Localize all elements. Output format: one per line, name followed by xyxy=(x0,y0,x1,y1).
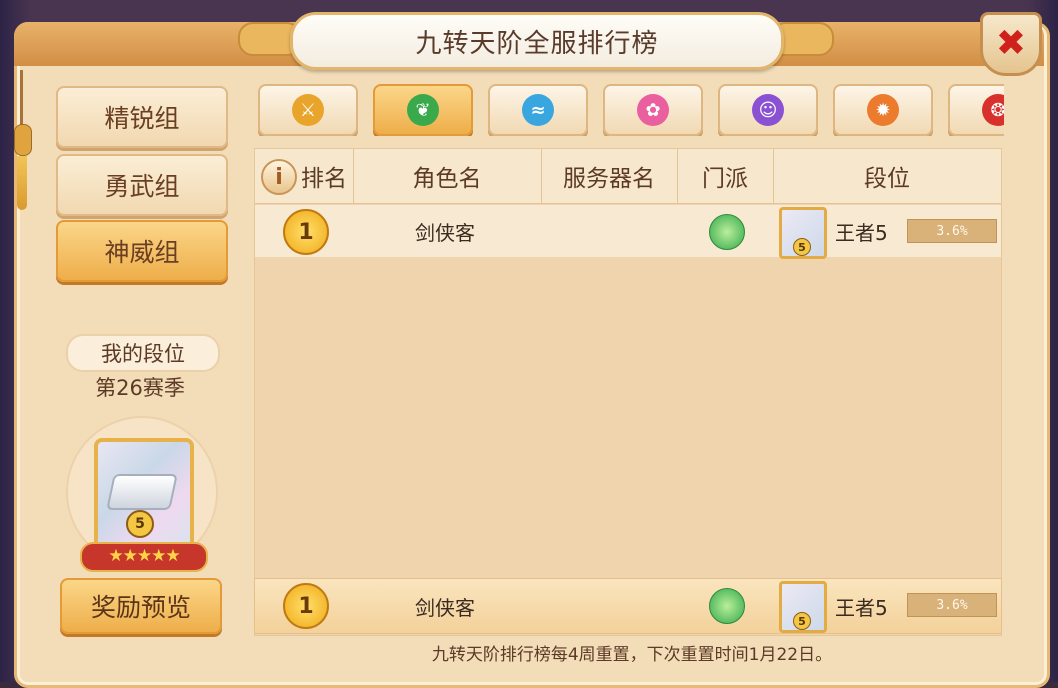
group-button-jingrui[interactable]: 精锐组 xyxy=(56,86,228,148)
reward-preview-label: 奖励预览 xyxy=(90,593,191,622)
title-banner: 九转天阶全服排行榜 xyxy=(290,12,784,70)
header-server-name: 服务器名 xyxy=(541,149,678,203)
badge-stars: ★★★★★ xyxy=(80,542,208,572)
tassel-ornament xyxy=(12,70,32,210)
tab-demon-sect[interactable]: ❂ xyxy=(948,84,1004,136)
tier-name: 王者5 xyxy=(835,595,888,620)
tab-ghost-sect[interactable]: ☺ xyxy=(718,84,818,136)
header-tier: 段位 xyxy=(864,166,910,192)
role-name: 剑侠客 xyxy=(415,595,475,620)
close-icon: ✖ xyxy=(995,23,1027,64)
sect-tabs: ⚔ ❦ ≈ ✿ ☺ ✹ ❂ xyxy=(252,84,1004,136)
my-ranking-row: 1 剑侠客 5 王者5 3.6% xyxy=(254,578,1002,634)
my-rank-label: 我的段位 xyxy=(66,334,220,372)
tier-level: 5 xyxy=(793,612,811,630)
ghost-sect-icon: ☺ xyxy=(752,94,784,126)
reward-preview-button[interactable]: 奖励预览 xyxy=(60,578,222,634)
leaf-sect-icon: ❦ xyxy=(407,94,439,126)
flame-sect-icon: ✹ xyxy=(867,94,899,126)
tier-progress: 3.6% xyxy=(907,219,997,243)
reset-notice: 九转天阶排行榜每4周重置，下次重置时间1月22日。 xyxy=(431,645,833,665)
tier-name: 王者5 xyxy=(835,220,888,245)
header-rank: 排名 xyxy=(295,149,354,203)
rank-medal-icon: 1 xyxy=(283,583,329,629)
my-rank-badge: 5 ★★★★★ xyxy=(66,416,218,572)
tier-progress: 3.6% xyxy=(907,593,997,617)
header-sect: 门派 xyxy=(677,149,774,203)
sword-sect-icon: ⚔ xyxy=(292,94,324,126)
leaf-sect-icon xyxy=(709,214,745,250)
role-name: 剑侠客 xyxy=(415,220,475,245)
season-label: 第26赛季 xyxy=(95,376,185,400)
rank-medal-icon: 1 xyxy=(283,209,329,255)
tab-flame-sect[interactable]: ✹ xyxy=(833,84,933,136)
demon-sect-icon: ❂ xyxy=(982,94,1004,126)
close-button[interactable]: ✖ xyxy=(980,12,1042,76)
table-row[interactable]: 1 剑侠客 5 王者5 3.6% xyxy=(255,205,1001,259)
lotus-sect-icon: ✿ xyxy=(637,94,669,126)
tab-leaf-sect[interactable]: ❦ xyxy=(373,84,473,136)
tab-sword-sect[interactable]: ⚔ xyxy=(258,84,358,136)
group-label: 精锐组 xyxy=(104,104,180,133)
tab-lotus-sect[interactable]: ✿ xyxy=(603,84,703,136)
header-role-name: 角色名 xyxy=(353,149,542,203)
group-panel: 精锐组 勇武组 神威组 我的段位 第26赛季 5 ★★★★★ 奖励预览 xyxy=(40,70,240,670)
tier-ingot-icon: 5 xyxy=(779,581,827,633)
tier-level: 5 xyxy=(793,238,811,256)
info-icon[interactable]: i xyxy=(261,159,297,195)
water-sect-icon: ≈ xyxy=(522,94,554,126)
group-button-yongwu[interactable]: 勇武组 xyxy=(56,154,228,216)
leaderboard-table: i 排名 角色名 服务器名 门派 段位 1 剑侠客 5 王者5 3.6% xyxy=(254,148,1002,636)
badge-level: 5 xyxy=(126,510,154,538)
leaderboard-panel: ⚔ ❦ ≈ ✿ ☺ ✹ ❂ i 排名 角色名 服务器名 门派 段位 1 剑侠客 … xyxy=(252,70,1012,670)
table-header: i 排名 角色名 服务器名 门派 段位 xyxy=(255,149,1001,204)
group-button-shenwei[interactable]: 神威组 xyxy=(56,220,228,282)
group-label: 神威组 xyxy=(104,238,180,267)
tier-ingot-icon: 5 xyxy=(779,207,827,259)
group-label: 勇武组 xyxy=(104,172,180,201)
tab-water-sect[interactable]: ≈ xyxy=(488,84,588,136)
page-title: 九转天阶全服排行榜 xyxy=(415,28,659,59)
leaf-sect-icon xyxy=(709,588,745,624)
